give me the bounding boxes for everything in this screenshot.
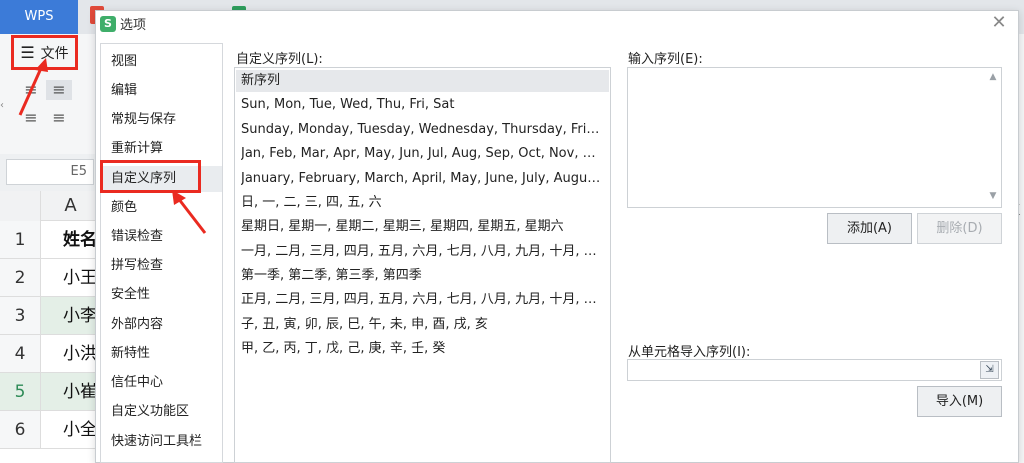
row-header[interactable]: 4 [0,335,40,373]
close-icon[interactable]: ✕ [988,12,1010,34]
list-item[interactable]: Jan, Feb, Mar, Apr, May, Jun, Jul, Aug, … [241,143,605,165]
list-item[interactable]: January, February, March, April, May, Ju… [241,168,605,190]
list-entries-textarea[interactable] [627,67,1002,208]
list-item[interactable]: 第一季, 第二季, 第三季, 第四季 [241,265,605,287]
list-item[interactable]: 新序列 [236,70,609,92]
dialog-title: 选项 [120,18,147,33]
cell[interactable]: 小崔 [40,373,100,411]
sidebar-item-colors[interactable]: 颜色 [111,197,219,219]
import-from-cells-label: 从单元格导入序列(I): [628,345,751,360]
wps-home-tab[interactable]: WPS [0,0,78,34]
entry-scrollbar[interactable]: ▲ ▼ [985,68,1001,207]
row-header[interactable]: 2 [0,259,40,297]
wps-sheet-logo-icon: S [100,16,116,32]
list-item[interactable]: 日, 一, 二, 三, 四, 五, 六 [241,192,605,214]
scroll-down-icon[interactable]: ▼ [985,191,1001,201]
sidebar-item-new-features[interactable]: 新特性 [111,343,219,365]
sidebar-item-quick-access-toolbar[interactable]: 快速访问工具栏 [111,431,219,453]
row-header-selected[interactable]: 5 [0,373,40,411]
sidebar-item-view[interactable]: 视图 [111,51,219,73]
name-box[interactable]: E5 [6,159,94,185]
cell[interactable]: 姓名 [40,221,100,259]
align-top-icon[interactable]: ≡ [18,80,44,100]
custom-lists-label: 自定义序列(L): [236,52,323,67]
file-menu-label: 文件 [40,45,69,62]
align-middle-icon[interactable]: ≡ [46,80,72,100]
cell[interactable]: 小王 [40,259,100,297]
sidebar-item-external-content[interactable]: 外部内容 [111,314,219,336]
annotation-highlight-box [100,160,201,193]
select-all-corner[interactable] [0,191,40,222]
row-header[interactable]: 3 [0,297,40,335]
row-header[interactable]: 6 [0,411,40,449]
sidebar-item-edit[interactable]: 编辑 [111,80,219,102]
sidebar-item-error-check[interactable]: 错误检查 [111,226,219,248]
sidebar-item-spell-check[interactable]: 拼写检查 [111,255,219,277]
list-item[interactable]: 甲, 乙, 丙, 丁, 戊, 己, 庚, 辛, 壬, 癸 [241,338,605,360]
sidebar-item-general-save[interactable]: 常规与保存 [111,109,219,131]
sidebar-item-security[interactable]: 安全性 [111,284,219,306]
cell[interactable]: 小李 [40,297,100,335]
list-item[interactable]: 星期日, 星期一, 星期二, 星期三, 星期四, 星期五, 星期六 [241,216,605,238]
hamburger-icon: ☰ [20,43,35,62]
ribbon-scroll-left-icon[interactable]: ‹ [0,100,8,111]
list-item[interactable]: Sunday, Monday, Tuesday, Wednesday, Thur… [241,119,605,141]
file-menu-button[interactable]: ☰ 文件 [11,35,78,70]
column-header-a[interactable]: A [40,191,100,221]
align-left-icon[interactable]: ≡ [18,108,44,128]
cell[interactable]: 小全 [40,411,100,449]
list-item[interactable]: 一月, 二月, 三月, 四月, 五月, 六月, 七月, 八月, 九月, 十月, … [241,241,605,263]
align-center-icon[interactable]: ≡ [46,108,72,128]
import-range-input[interactable] [627,359,1002,381]
cell[interactable]: 小洪 [40,335,100,373]
entry-list-label: 输入序列(E): [628,52,703,67]
custom-lists-listbox[interactable]: 新序列 Sun, Mon, Tue, Wed, Thu, Fri, Sat Su… [234,67,611,463]
import-button[interactable]: 导入(M) [917,386,1002,417]
list-item[interactable]: 正月, 二月, 三月, 四月, 五月, 六月, 七月, 八月, 九月, 十月, … [241,289,605,311]
list-item[interactable]: Sun, Mon, Tue, Wed, Thu, Fri, Sat [241,94,605,116]
sidebar-item-trust-center[interactable]: 信任中心 [111,372,219,394]
row-header[interactable]: 1 [0,221,40,259]
sidebar-item-customize-ribbon[interactable]: 自定义功能区 [111,401,219,423]
range-select-icon[interactable]: ⇲ [980,361,999,379]
add-button[interactable]: 添加(A) [827,213,912,244]
options-sidebar: 视图 编辑 常规与保存 重新计算 自定义序列 颜色 错误检查 拼写检查 安全性 … [100,43,223,463]
list-item[interactable]: 子, 丑, 寅, 卯, 辰, 巳, 午, 未, 申, 酉, 戌, 亥 [241,314,605,336]
scroll-up-icon[interactable]: ▲ [985,72,1001,82]
sidebar-item-recalculate[interactable]: 重新计算 [111,138,219,160]
delete-button[interactable]: 删除(D) [917,213,1002,244]
